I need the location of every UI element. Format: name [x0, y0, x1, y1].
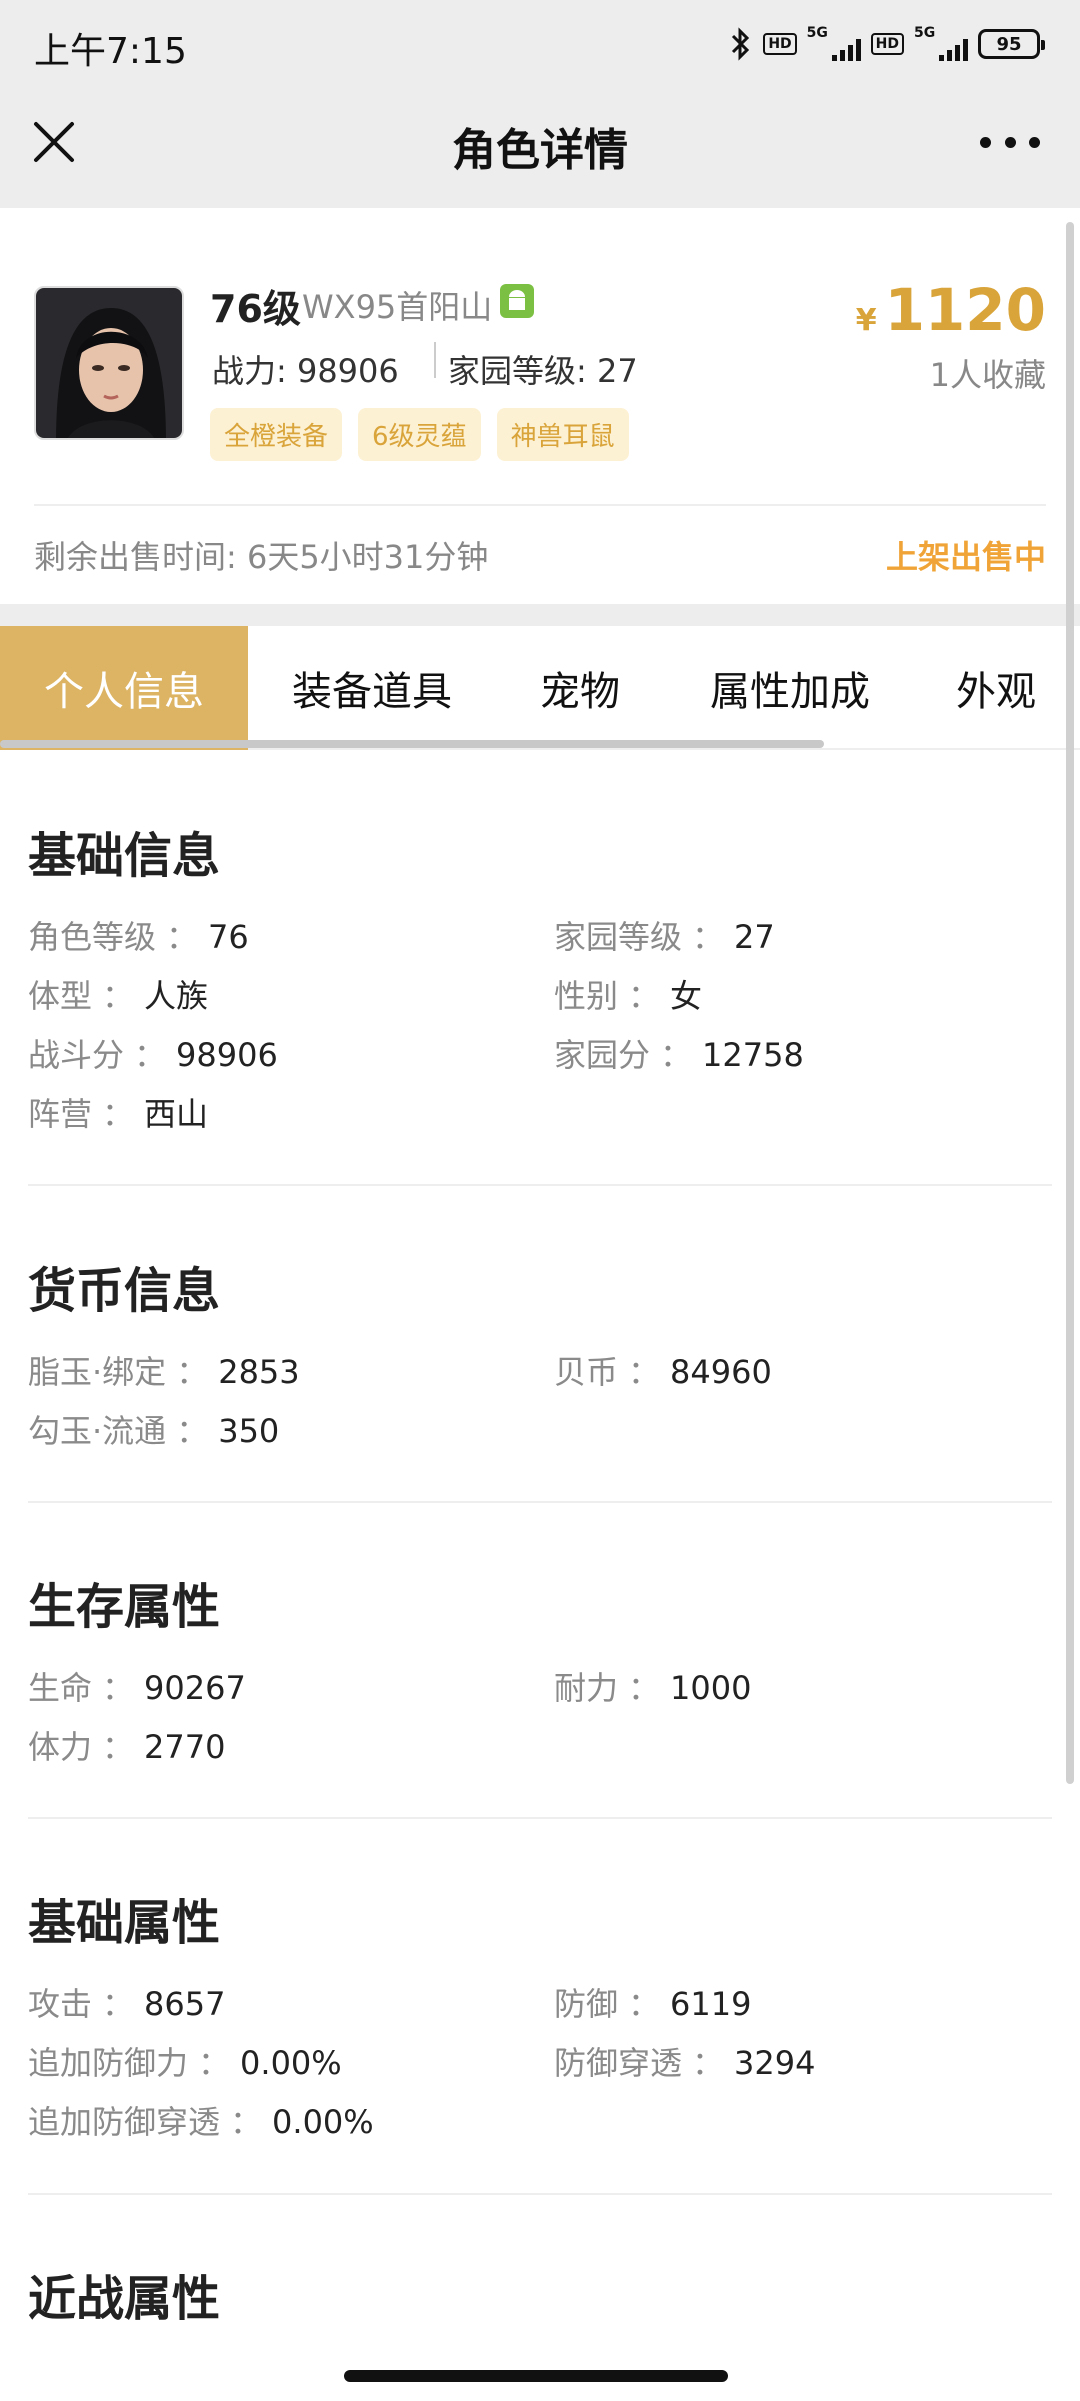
section-title: 货币信息: [28, 1263, 221, 1319]
role-tags: 全橙装备 6级灵蕴 神兽耳鼠: [210, 408, 629, 461]
tab-appearance[interactable]: 外观: [940, 626, 1052, 750]
info-row: 角色等级： 76: [28, 918, 249, 956]
divider: [28, 1817, 1052, 1819]
favorite-count: 1人收藏: [929, 356, 1046, 394]
info-row: 耐力： 1000: [554, 1669, 752, 1707]
tab-equipment[interactable]: 装备道具: [268, 626, 476, 750]
bluetooth-icon: [732, 27, 750, 61]
section-gap: [0, 604, 1080, 626]
info-row: 攻击： 8657: [28, 1985, 226, 2023]
nav-bar: 角色详情: [0, 92, 1080, 208]
info-row: 体力： 2770: [28, 1728, 226, 1766]
battery-level: 95: [996, 33, 1022, 55]
tab-personal-info[interactable]: 个人信息: [0, 626, 248, 750]
page-scrollbar[interactable]: [1066, 222, 1074, 1784]
tab-scroll-indicator: [0, 740, 824, 748]
info-row: 家园等级： 27: [554, 918, 775, 956]
tab-pets[interactable]: 宠物: [520, 626, 640, 750]
tab-bar: 个人信息 装备道具 宠物 属性加成 外观: [0, 626, 1080, 750]
role-home-level: 家园等级: 27: [448, 352, 638, 390]
tag-equipment: 全橙装备: [210, 408, 343, 461]
info-row: 贝币： 84960: [554, 1353, 772, 1391]
role-summary-card: 76级 WX95首阳山 战力: 98906 家园等级: 27 全橙装备 6级灵蕴…: [0, 220, 1080, 604]
page-title: 角色详情: [452, 125, 628, 176]
divider: [28, 2193, 1052, 2195]
status-bar: 上午7:15 HD 5G HD 5G 95: [0, 0, 1080, 92]
android-icon: [500, 284, 534, 318]
sale-status: 上架出售中: [885, 538, 1046, 576]
battery-icon: 95: [978, 29, 1045, 59]
info-row: 脂玉·绑定： 2853: [28, 1353, 300, 1391]
section-title: 生存属性: [28, 1579, 221, 1635]
divider: [28, 1184, 1052, 1186]
info-row: 家园分： 12758: [554, 1036, 804, 1074]
section-title: 基础信息: [28, 828, 221, 884]
tag-pet: 神兽耳鼠: [496, 408, 629, 461]
info-row: 战斗分： 98906: [28, 1036, 278, 1074]
divider: [34, 504, 1046, 506]
info-row: 追加防御穿透： 0.00%: [28, 2103, 374, 2141]
info-row: 体型：人族: [28, 977, 209, 1015]
hd-badge: HD: [763, 33, 797, 55]
divider: [28, 1501, 1052, 1503]
info-row: 勾玉·流通： 350: [28, 1412, 280, 1450]
signal-5g-icon: 5G: [807, 25, 861, 63]
info-row: 阵营：西山: [28, 1095, 209, 1133]
info-row: 追加防御力： 0.00%: [28, 2044, 342, 2082]
hd-badge-2: HD: [870, 33, 904, 55]
divider: [434, 342, 436, 378]
more-icon: [980, 136, 991, 148]
info-row: 防御穿透： 3294: [554, 2044, 816, 2082]
price-amount: 1120: [884, 276, 1046, 344]
signal-5g-icon-2: 5G: [914, 25, 968, 63]
role-power: 战力: 98906: [212, 352, 399, 390]
role-server: WX95首阳山: [302, 288, 493, 326]
role-level: 76级: [210, 287, 301, 331]
status-icons: HD 5G HD 5G 95: [729, 24, 1045, 64]
section-title: 近战属性: [28, 2271, 221, 2327]
role-avatar: [34, 286, 184, 440]
remaining-time: 剩余出售时间: 6天5小时31分钟: [34, 538, 489, 576]
currency-symbol: ¥: [855, 303, 877, 338]
price: ¥ 1120: [856, 276, 1046, 344]
tab-attribute-bonus[interactable]: 属性加成: [690, 626, 890, 750]
info-row: 生命： 90267: [28, 1669, 246, 1707]
home-indicator[interactable]: [344, 2370, 728, 2382]
status-time: 上午7:15: [34, 31, 187, 72]
section-title: 基础属性: [28, 1895, 221, 1951]
more-options-button[interactable]: [980, 122, 1040, 162]
tag-spirit: 6级灵蕴: [358, 408, 481, 461]
info-row: 性别：女: [554, 977, 703, 1015]
info-row: 防御： 6119: [554, 1985, 752, 2023]
